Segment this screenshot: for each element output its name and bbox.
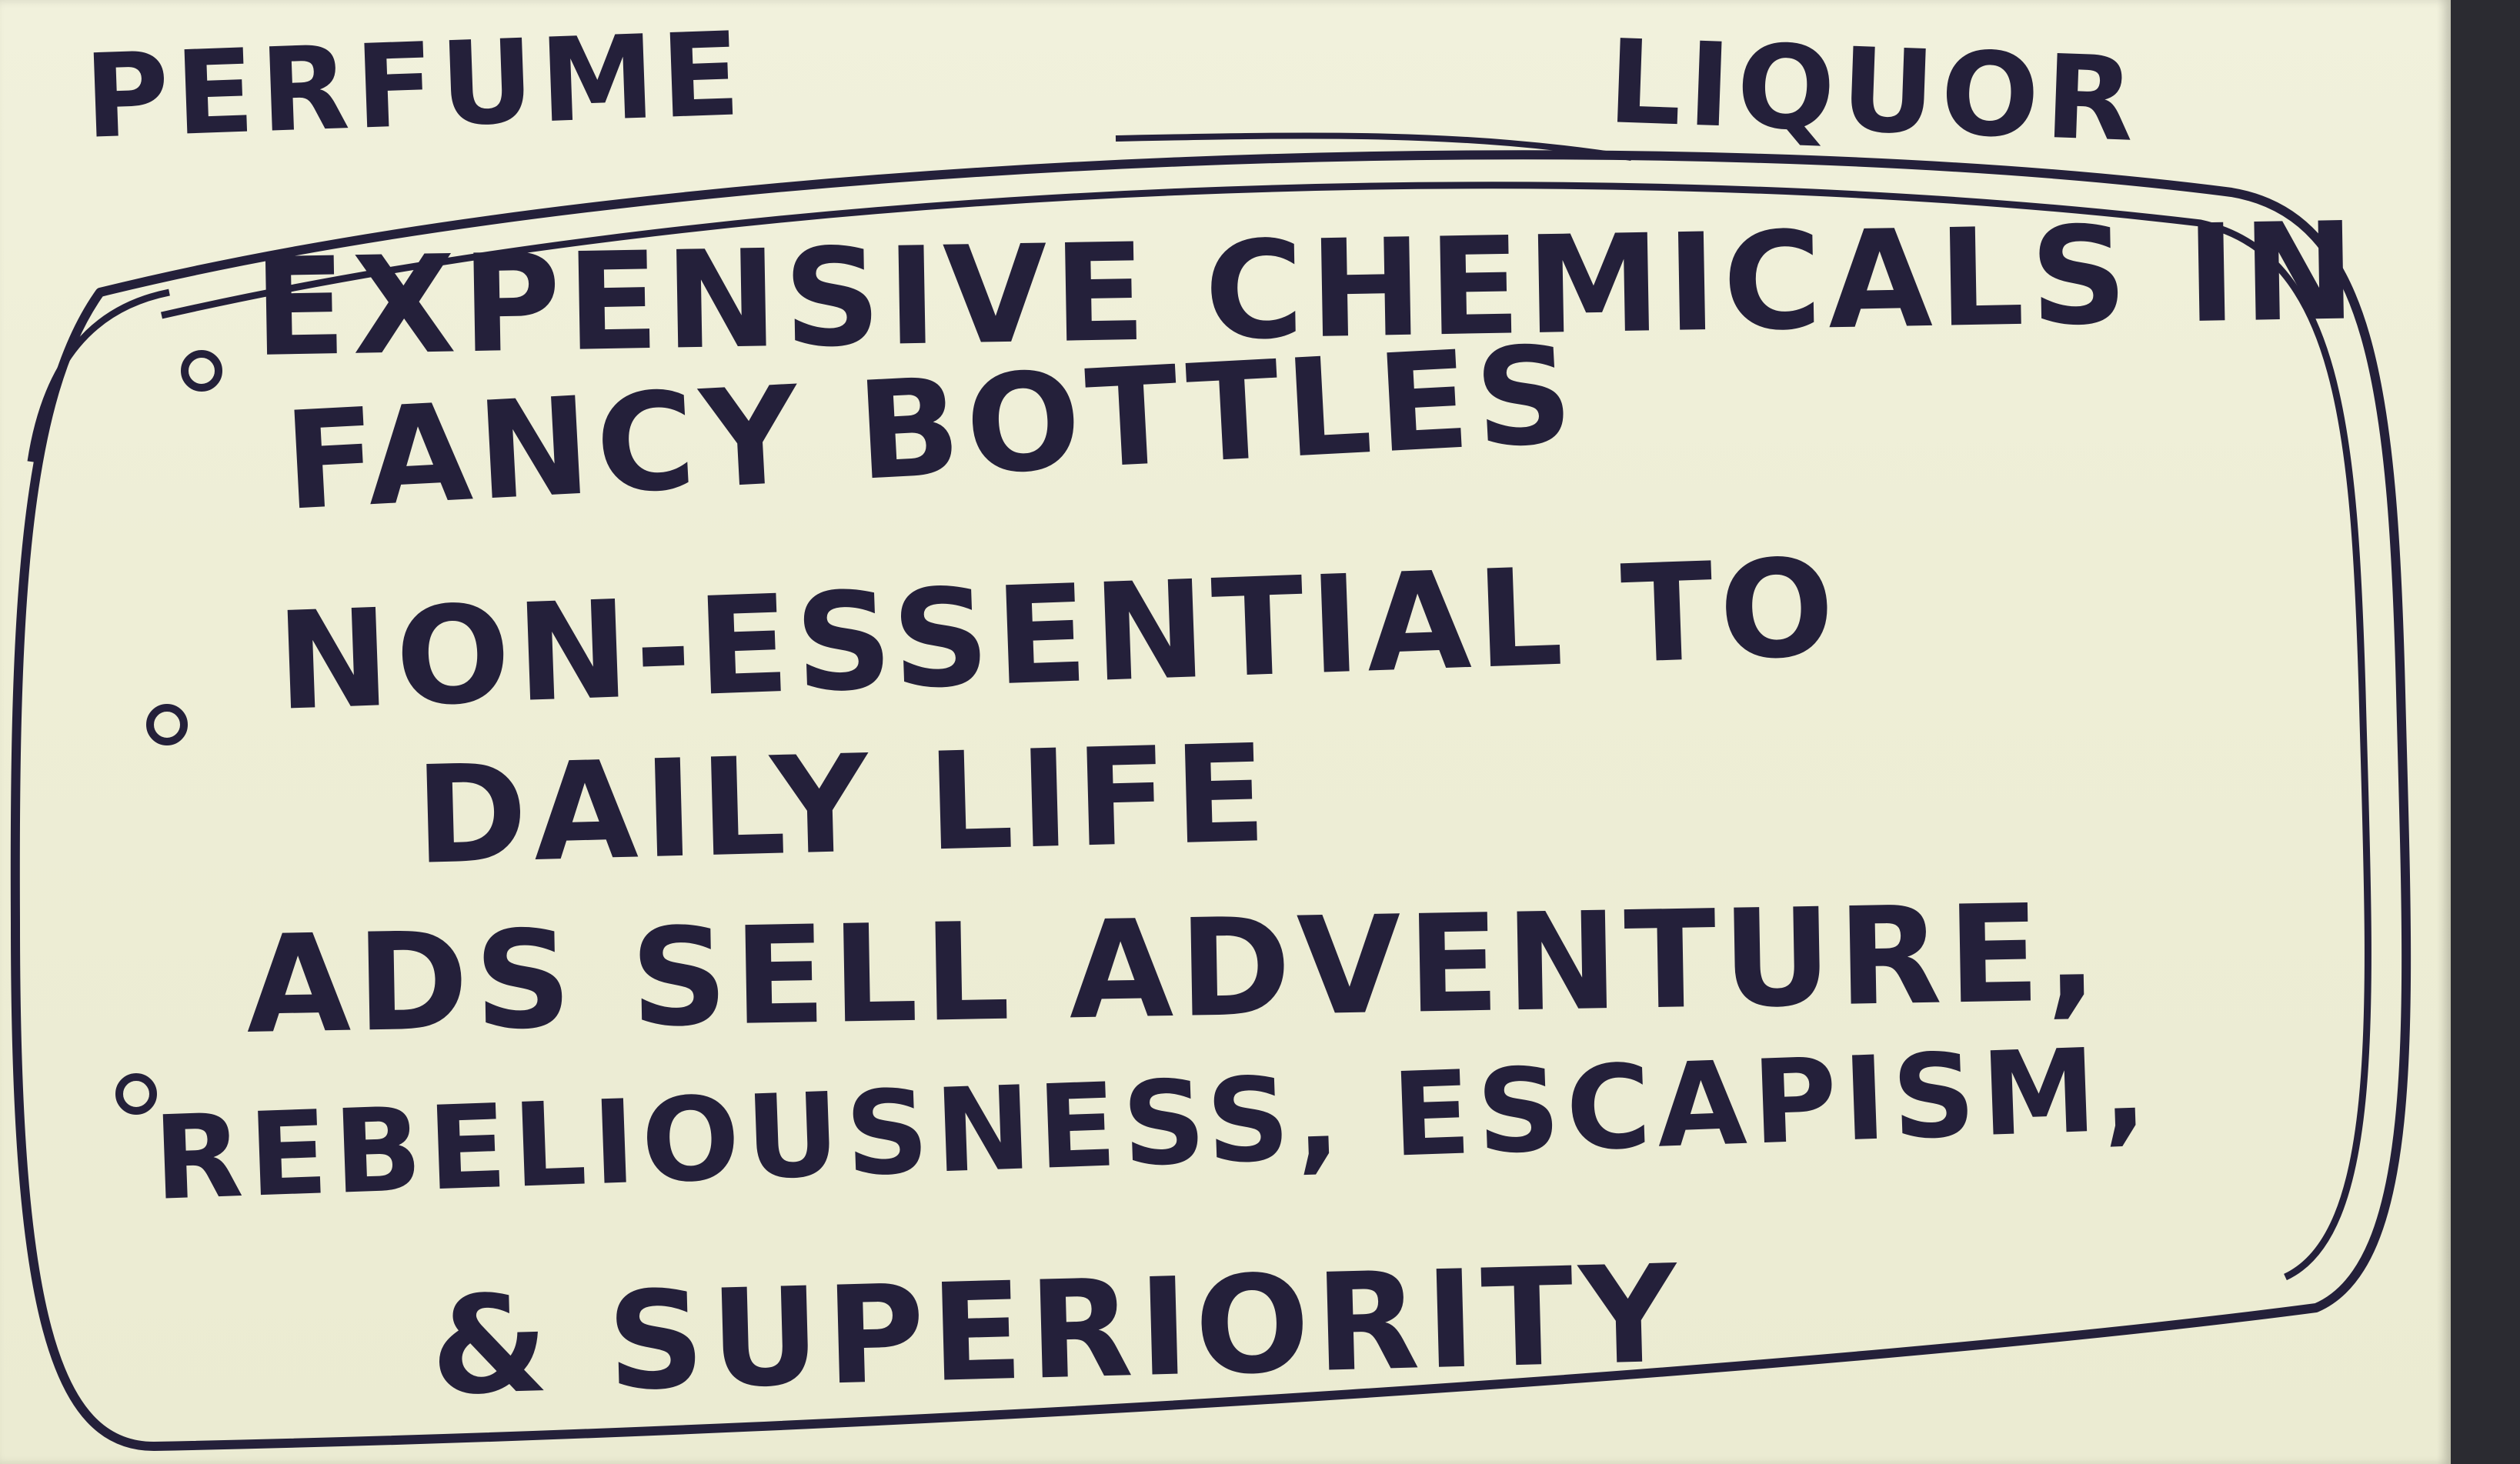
- bullet-icon: [146, 704, 188, 745]
- bullet-icon: [115, 1073, 157, 1115]
- heading-liquor: LIQUOR: [1605, 15, 2143, 168]
- bullet-icon: [181, 350, 222, 392]
- index-card: PERFUME LIQUOR EXPENSIVE CHEMICALS IN FA…: [0, 0, 2451, 1464]
- photo-scene: PERFUME LIQUOR EXPENSIVE CHEMICALS IN FA…: [0, 0, 2520, 1464]
- item-3-line-3: & SUPERIORITY: [429, 1236, 1686, 1426]
- item-2-line-2: DAILY LIFE: [413, 715, 1274, 895]
- heading-perfume: PERFUME: [82, 8, 749, 165]
